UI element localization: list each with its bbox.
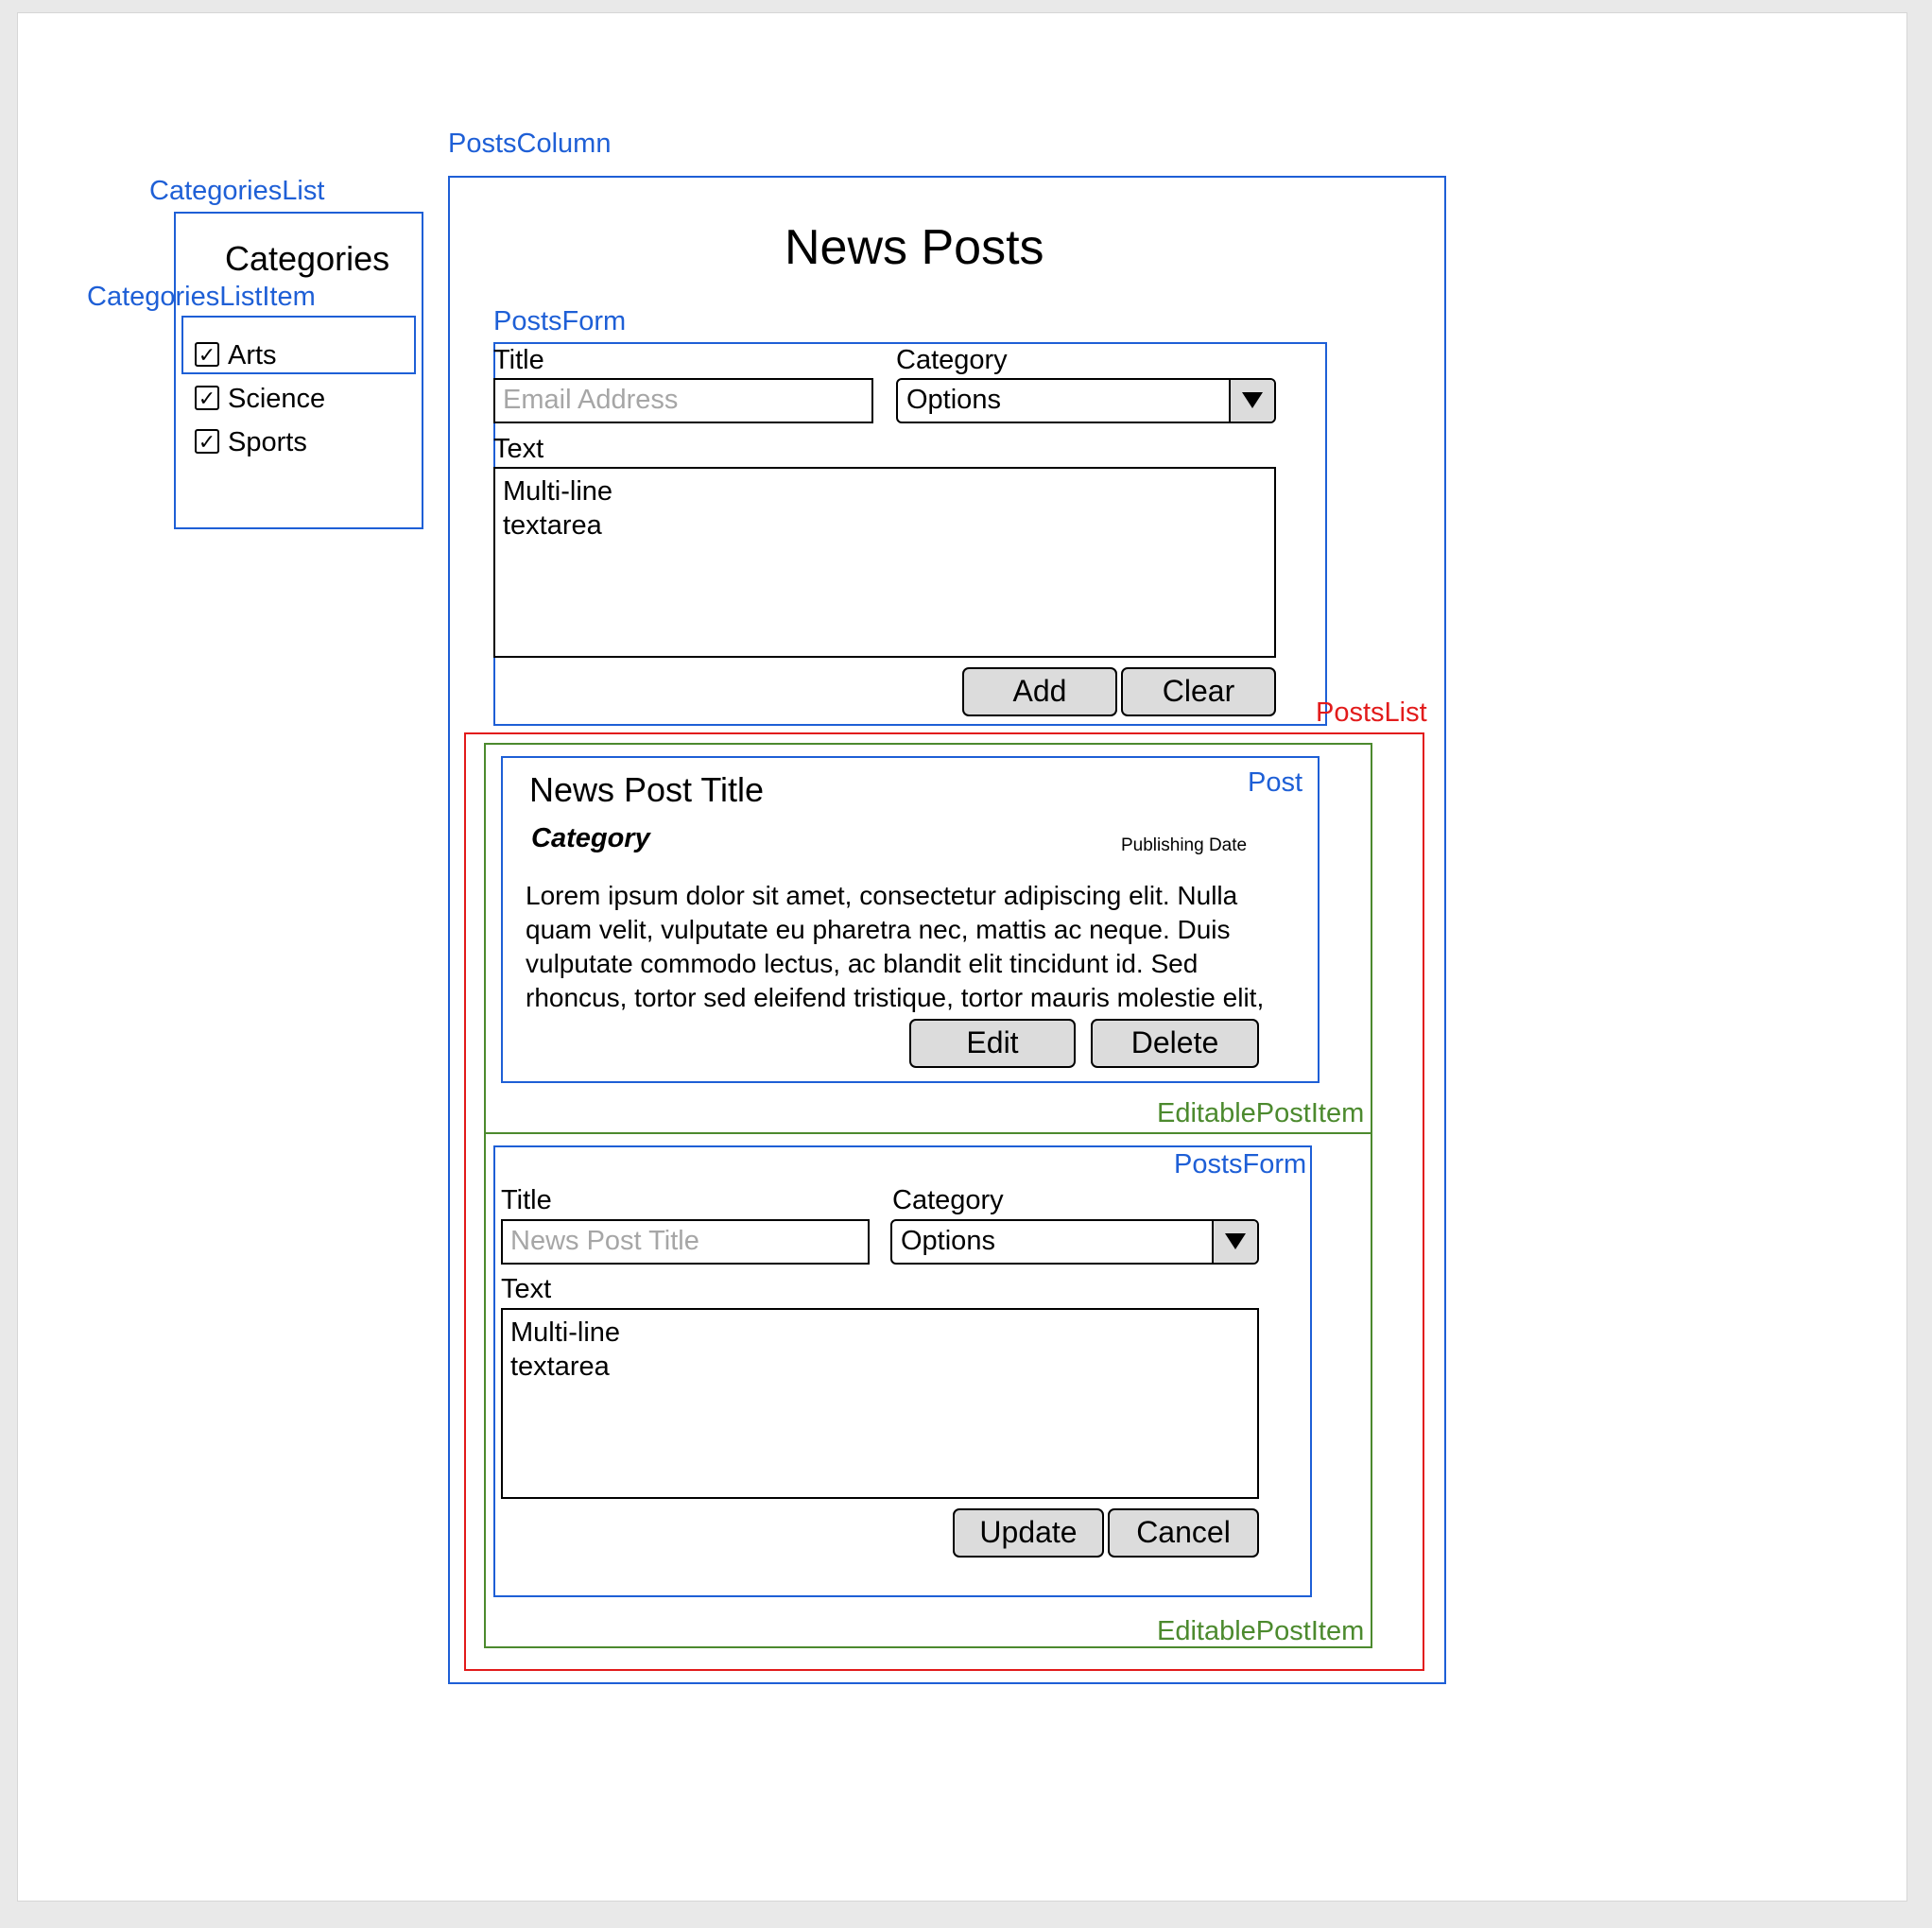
edit-text-label: Text — [501, 1274, 552, 1304]
clear-button[interactable]: Clear — [1121, 667, 1276, 716]
category-item-sports[interactable]: ✓ Sports — [195, 427, 384, 459]
post-publishing-date: Publishing Date — [1121, 835, 1248, 855]
edit-title-input[interactable]: News Post Title — [501, 1219, 870, 1265]
label-categories-list: CategoriesList — [149, 176, 325, 206]
page-title: News Posts — [785, 220, 1044, 275]
label-posts-column: PostsColumn — [448, 129, 612, 159]
post-category: Category — [531, 823, 650, 853]
triangle-down-icon[interactable] — [1229, 380, 1274, 422]
label-categories-list-item: CategoriesListItem — [87, 282, 316, 312]
text-label: Text — [493, 434, 544, 464]
label-posts-list: PostsList — [1316, 697, 1427, 728]
category-select[interactable]: Options — [896, 378, 1276, 423]
post-title: News Post Title — [529, 770, 765, 809]
edit-category-label: Category — [892, 1185, 1004, 1215]
label-post: Post — [1248, 767, 1303, 798]
post-body: Lorem ipsum dolor sit amet, consectetur … — [526, 881, 1265, 1012]
triangle-down-icon[interactable] — [1212, 1221, 1257, 1263]
category-select-value: Options — [906, 385, 1001, 415]
add-button[interactable]: Add — [962, 667, 1117, 716]
delete-button[interactable]: Delete — [1091, 1019, 1259, 1068]
category-item-arts[interactable]: ✓ Arts — [195, 340, 384, 372]
update-button[interactable]: Update — [953, 1508, 1104, 1558]
check-icon[interactable]: ✓ — [195, 386, 219, 410]
label-posts-form: PostsForm — [1174, 1149, 1307, 1179]
categories-heading: Categories — [225, 239, 390, 278]
category-item-label: Sports — [228, 427, 307, 457]
label-editable-post-item: EditablePostItem — [1157, 1616, 1365, 1646]
label-posts-form: PostsForm — [493, 306, 627, 336]
check-icon[interactable]: ✓ — [195, 429, 219, 454]
label-editable-post-item: EditablePostItem — [1157, 1098, 1365, 1128]
text-textarea[interactable]: Multi-line textarea — [493, 467, 1276, 658]
edit-category-select[interactable]: Options — [890, 1219, 1259, 1265]
title-label: Title — [493, 345, 544, 375]
category-item-label: Science — [228, 384, 326, 414]
edit-button[interactable]: Edit — [909, 1019, 1076, 1068]
edit-title-label: Title — [501, 1185, 552, 1215]
edit-text-textarea[interactable]: Multi-line textarea — [501, 1308, 1259, 1499]
check-icon[interactable]: ✓ — [195, 342, 219, 367]
cancel-button[interactable]: Cancel — [1108, 1508, 1259, 1558]
title-input[interactable]: Email Address — [493, 378, 873, 423]
category-item-label: Arts — [228, 340, 277, 370]
edit-category-select-value: Options — [901, 1226, 995, 1256]
category-item-science[interactable]: ✓ Science — [195, 384, 384, 416]
category-label: Category — [896, 345, 1008, 375]
